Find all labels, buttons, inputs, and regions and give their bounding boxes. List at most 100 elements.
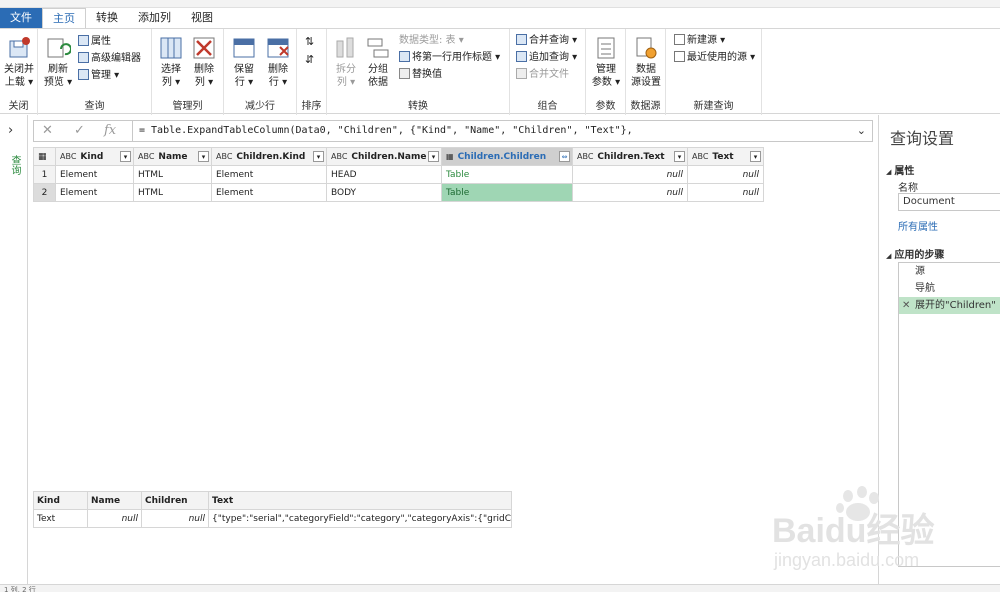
parameters-icon — [597, 37, 615, 59]
cell[interactable]: Element — [211, 165, 327, 184]
text-type-icon: ABC — [692, 151, 709, 161]
append-icon — [516, 51, 527, 62]
append-queries-button[interactable]: 追加查询 ▾ — [516, 51, 577, 65]
preview-row: Text null null {"type":"serial","categor… — [33, 509, 512, 528]
text-type-icon: ABC — [577, 151, 594, 161]
applied-steps-header[interactable]: ◢ 应用的步骤 — [886, 246, 944, 261]
table-link-cell[interactable]: Table — [441, 165, 573, 184]
properties-button[interactable]: 属性 — [78, 35, 111, 49]
filter-icon[interactable]: ▾ — [674, 151, 685, 162]
manage-button[interactable]: 管理 ▾ — [78, 69, 119, 83]
group-by-button[interactable]: 分组 依据 — [363, 35, 393, 89]
close-load-button[interactable]: 关闭并 上载 ▾ — [2, 35, 36, 89]
column-header-selected[interactable]: ▦ Children.Children ⇔ — [441, 147, 573, 166]
tab-home[interactable]: 主页 — [42, 8, 86, 28]
cell[interactable]: null — [687, 165, 764, 184]
text-type-icon: ABC — [216, 151, 233, 161]
group-new-query: 新建源 ▾ 最近使用的源 ▾ 新建查询 — [666, 29, 762, 115]
cell-preview-table: Kind Name Children Text Text null null {… — [33, 491, 512, 528]
cell[interactable]: null — [572, 183, 688, 202]
all-properties-link[interactable]: 所有属性 — [898, 218, 938, 233]
filter-icon[interactable]: ▾ — [120, 151, 131, 162]
close-load-icon — [9, 37, 30, 58]
chevron-down-icon[interactable]: ⌄ — [857, 124, 866, 137]
baidu-watermark: Baidu经验 jingyan.baidu.com — [772, 486, 934, 570]
row-number[interactable]: 1 — [33, 165, 56, 184]
manage-parameters-button[interactable]: 管理 参数 ▾ — [589, 35, 623, 89]
column-header[interactable]: ABC Text ▾ — [687, 147, 764, 166]
tab-view[interactable]: 视图 — [181, 8, 223, 28]
use-first-row-headers-button[interactable]: 将第一行用作标题 ▾ — [399, 51, 500, 65]
row-number[interactable]: 2 — [33, 183, 56, 202]
grid-corner-menu[interactable]: ▦ — [33, 147, 56, 166]
data-source-settings-button[interactable]: 数据 源设置 — [629, 35, 663, 89]
remove-rows-button[interactable]: 删除行 ▾ — [262, 35, 294, 89]
text-type-icon: ABC — [138, 151, 155, 161]
delete-step-icon[interactable]: ✕ — [902, 297, 910, 314]
split-column-button[interactable]: 拆分列 ▾ — [331, 35, 361, 89]
step-item-active[interactable]: ✕ 展开的"Children" — [899, 297, 1000, 314]
sort-descending-icon[interactable]: ⇵ — [305, 53, 314, 67]
table-link-cell-selected[interactable]: Table — [441, 183, 573, 202]
queries-pane-label[interactable]: 查询 — [7, 155, 22, 175]
combine-files-button[interactable]: 合并文件 — [516, 68, 569, 82]
fx-icon[interactable]: fx — [104, 123, 116, 138]
commit-formula-icon[interactable]: ✓ — [74, 123, 85, 138]
cell[interactable]: Element — [211, 183, 327, 202]
step-item[interactable]: 导航 — [899, 280, 1000, 297]
editor-icon — [78, 52, 89, 63]
replace-values-button[interactable]: 替换值 — [399, 68, 442, 82]
column-header[interactable]: ABC Children.Kind ▾ — [211, 147, 327, 166]
cell[interactable]: HTML — [133, 183, 212, 202]
headers-icon — [399, 51, 410, 62]
tab-transform[interactable]: 转换 — [86, 8, 128, 28]
filter-icon[interactable]: ▾ — [750, 151, 761, 162]
manage-icon — [78, 69, 89, 80]
column-header[interactable]: ABC Children.Text ▾ — [572, 147, 688, 166]
cancel-formula-icon[interactable]: ✕ — [42, 123, 53, 138]
cell[interactable]: HTML — [133, 165, 212, 184]
preview-header: Text — [208, 491, 512, 510]
cell[interactable]: null — [572, 165, 688, 184]
remove-columns-button[interactable]: 删除列 ▾ — [188, 35, 220, 89]
new-source-button[interactable]: 新建源 ▾ — [674, 34, 725, 48]
cell[interactable]: BODY — [326, 183, 442, 202]
formula-input[interactable]: = Table.ExpandTableColumn(Data0, "Childr… — [132, 121, 842, 141]
choose-columns-button[interactable]: 选择列 ▾ — [155, 35, 187, 89]
preview-cell: {"type":"serial","categoryField":"catego… — [208, 509, 512, 528]
cell[interactable]: HEAD — [326, 165, 442, 184]
query-name-input[interactable]: Document — [898, 193, 1000, 211]
cell[interactable]: Element — [55, 165, 134, 184]
preview-cell: null — [141, 509, 209, 528]
step-item[interactable]: 源 — [899, 263, 1000, 280]
group-by-icon — [367, 38, 389, 58]
name-label: 名称 — [898, 183, 918, 194]
preview-header: Kind — [33, 491, 88, 510]
text-type-icon: ABC — [60, 151, 77, 161]
column-header[interactable]: ABC Name ▾ — [133, 147, 212, 166]
recent-sources-button[interactable]: 最近使用的源 ▾ — [674, 51, 755, 65]
refresh-preview-button[interactable]: 刷新 预览 ▾ — [42, 35, 74, 89]
advanced-editor-button[interactable]: 高级编辑器 — [78, 52, 141, 66]
cell[interactable]: Element — [55, 183, 134, 202]
sort-ascending-icon[interactable]: ⇅ — [305, 35, 314, 49]
filter-icon[interactable]: ▾ — [313, 151, 324, 162]
queries-pane-collapsed: › 查询 — [0, 115, 28, 592]
tab-file[interactable]: 文件 — [0, 8, 42, 28]
properties-section-header[interactable]: ◢ 属性 — [886, 162, 914, 177]
expand-chevron-icon[interactable]: › — [8, 123, 13, 138]
filter-icon[interactable]: ▾ — [198, 151, 209, 162]
keep-rows-button[interactable]: 保留行 ▾ — [228, 35, 260, 89]
column-header[interactable]: ABC Kind ▾ — [55, 147, 134, 166]
collapse-triangle-icon: ◢ — [886, 168, 892, 176]
data-grid: ▦ ABC Kind ▾ ABC Name ▾ ABC Children.Kind ▾ AB… — [33, 147, 764, 202]
filter-icon[interactable]: ▾ — [428, 151, 439, 162]
cell[interactable]: null — [687, 183, 764, 202]
properties-icon — [78, 35, 89, 46]
merge-queries-button[interactable]: 合并查询 ▾ — [516, 34, 577, 48]
data-type-selector[interactable]: 数据类型: 表 ▾ — [399, 34, 464, 48]
new-source-icon — [674, 34, 685, 45]
tab-add-column[interactable]: 添加列 — [128, 8, 181, 28]
expand-column-icon[interactable]: ⇔ — [559, 151, 570, 162]
column-header[interactable]: ABC Children.Name ▾ — [326, 147, 442, 166]
